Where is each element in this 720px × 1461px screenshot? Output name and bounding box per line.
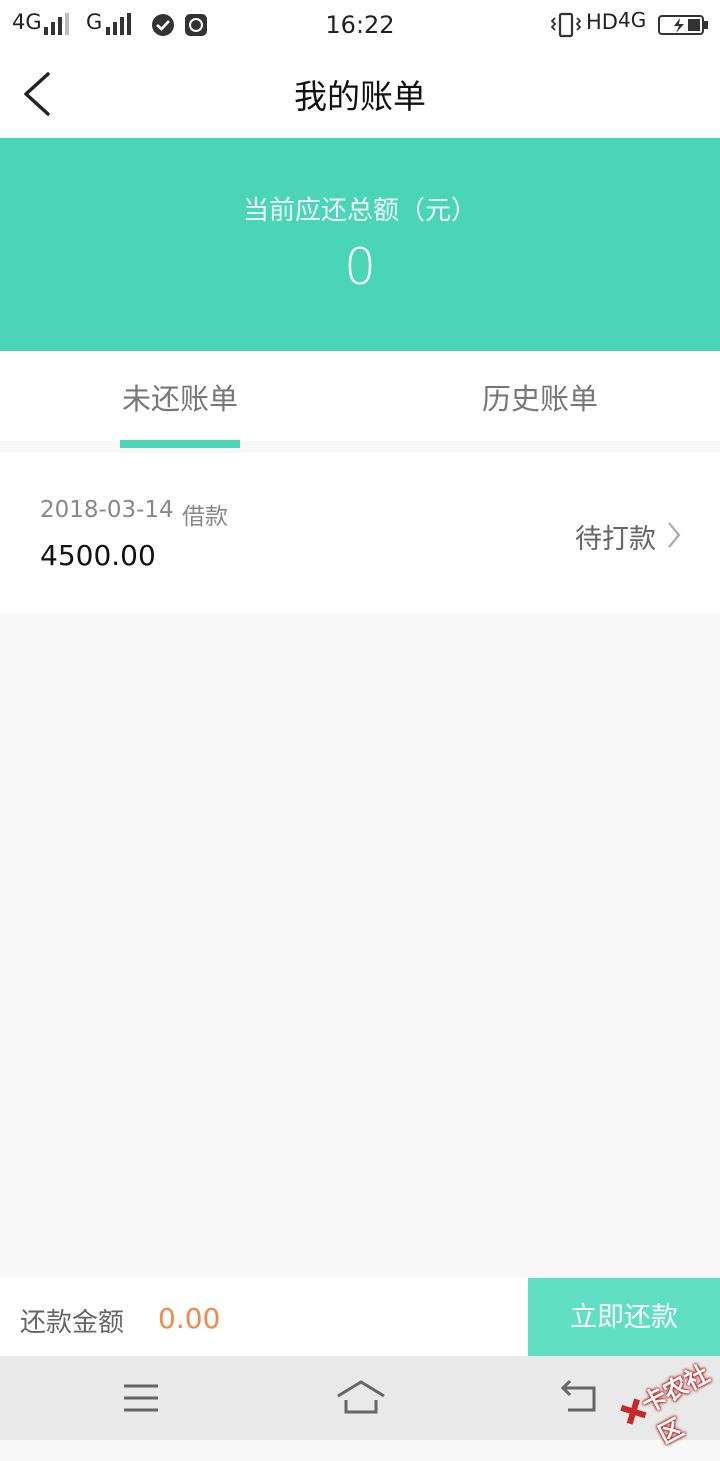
total-due-panel: 当前应还总额（元） 0 — [0, 138, 720, 351]
home-icon[interactable] — [336, 1376, 386, 1420]
bill-type: 借款 — [182, 504, 228, 530]
return-icon[interactable] — [558, 1376, 604, 1420]
active-tab-indicator — [120, 440, 240, 448]
bill-list-item[interactable]: 2018-03-14 借款 4500.00 待打款 — [0, 453, 720, 613]
app-header: 我的账单 — [0, 50, 720, 138]
menu-icon[interactable] — [118, 1376, 164, 1420]
tab-unpaid-bills[interactable]: 未还账单 — [0, 351, 360, 441]
bill-amount: 4500.00 — [40, 539, 156, 572]
bill-date: 2018-03-14 — [40, 497, 174, 523]
bill-tabs: 未还账单 历史账单 — [0, 351, 720, 448]
battery-icon — [658, 15, 708, 35]
repay-amount-value: 0.00 — [158, 1302, 221, 1335]
chevron-right-icon — [668, 522, 681, 548]
bill-status: 待打款 — [575, 524, 656, 555]
status-bar: 4G G 16:22 HD 4G — [0, 0, 720, 50]
page-title: 我的账单 — [294, 77, 426, 116]
total-due-value: 0 — [344, 238, 376, 296]
repay-bar: 还款金额 0.00 立即还款 — [0, 1278, 720, 1356]
tab-history-bills[interactable]: 历史账单 — [360, 351, 720, 441]
repay-amount-label: 还款金额 — [20, 1308, 125, 1338]
vibrate-icon — [551, 12, 581, 38]
hd-label: HD — [586, 10, 618, 34]
total-due-label: 当前应还总额（元） — [242, 196, 477, 226]
network-type-3: 4G — [618, 8, 647, 32]
